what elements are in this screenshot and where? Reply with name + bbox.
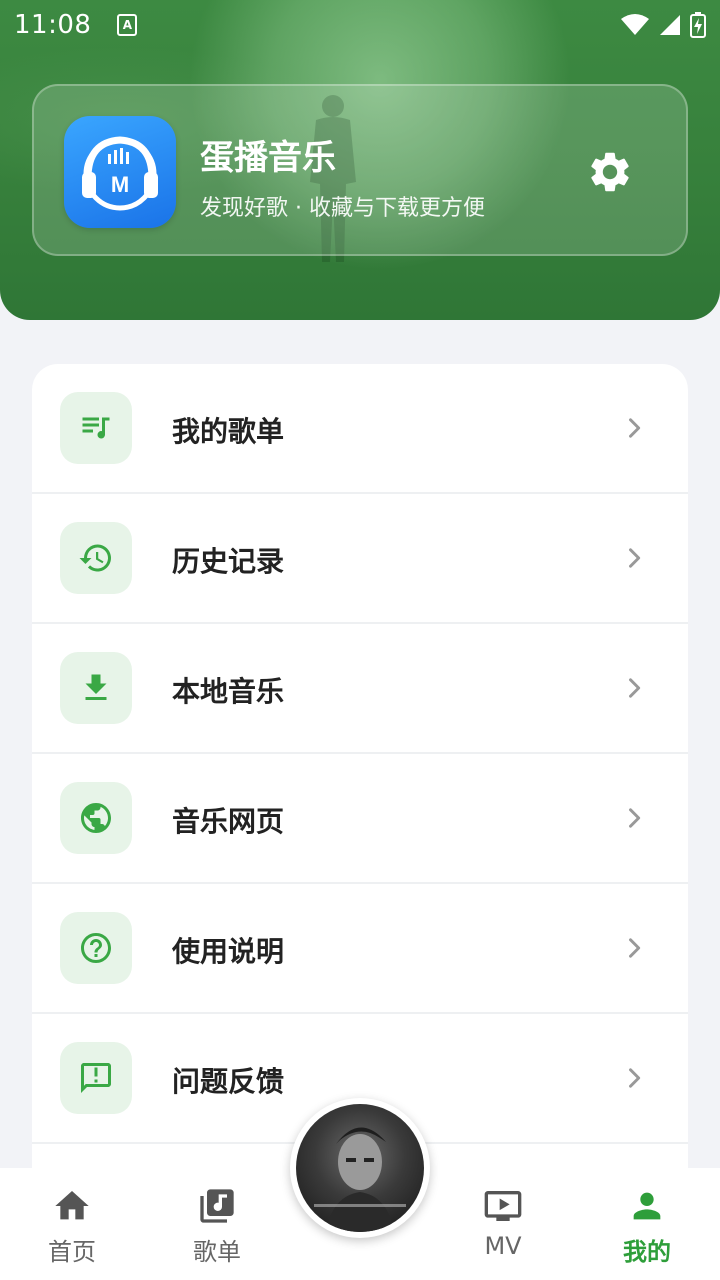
playlist-library-icon [200, 1189, 234, 1223]
nav-label: 首页 [48, 1238, 96, 1266]
feedback-icon [81, 1063, 111, 1093]
menu-label: 使用说明 [172, 935, 285, 968]
app-name: 蛋播音乐 [200, 138, 336, 178]
menu-icon-box [60, 392, 132, 464]
signal-icon [660, 15, 680, 35]
menu-label: 我的歌单 [172, 415, 285, 448]
now-playing-disc[interactable] [290, 1098, 430, 1238]
help-icon [81, 933, 111, 963]
menu-icon-box [60, 652, 132, 724]
playlist-icon [82, 417, 110, 439]
history-icon [79, 544, 111, 572]
nav-home[interactable]: 首页 [17, 1186, 127, 1276]
menu-label: 历史记录 [172, 545, 285, 578]
menu-item-music-web[interactable]: 音乐网页 [32, 754, 688, 884]
download-icon [85, 674, 107, 700]
chevron-right-icon [629, 1068, 641, 1088]
nav-label: MV [484, 1232, 522, 1260]
status-icons [620, 12, 706, 38]
svg-text:M: M [111, 172, 129, 197]
nav-label: 我的 [623, 1238, 671, 1266]
menu-label: 本地音乐 [172, 675, 285, 708]
menu-item-my-playlists[interactable]: 我的歌单 [32, 364, 688, 494]
chevron-right-icon [629, 548, 641, 568]
settings-button[interactable] [586, 148, 634, 196]
app-tagline: 发现好歌 · 收藏与下载更方便 [200, 196, 485, 221]
chevron-right-icon [629, 678, 641, 698]
menu-card: 我的歌单 历史记录 本地音乐 音乐网页 使用说明 问题反馈 [32, 364, 688, 1224]
home-icon [55, 1191, 89, 1220]
menu-label: 音乐网页 [172, 805, 285, 838]
nav-label: 歌单 [193, 1238, 241, 1266]
profile-card: M 蛋播音乐 发现好歌 · 收藏与下载更方便 [32, 84, 688, 256]
menu-icon-box [60, 522, 132, 594]
wifi-icon [621, 14, 649, 35]
menu-icon-box [60, 1042, 132, 1114]
battery-icon [690, 12, 706, 38]
mv-icon [484, 1191, 522, 1221]
menu-label: 问题反馈 [172, 1065, 285, 1098]
chevron-right-icon [629, 808, 641, 828]
chevron-right-icon [629, 938, 641, 958]
app-logo-icon: M [64, 116, 176, 228]
gear-icon [591, 152, 629, 192]
album-cover-image [296, 1104, 424, 1232]
menu-item-history[interactable]: 历史记录 [32, 494, 688, 624]
chevron-right-icon [629, 418, 641, 438]
nav-playlists[interactable]: 歌单 [162, 1186, 272, 1276]
menu-item-local-music[interactable]: 本地音乐 [32, 624, 688, 754]
menu-icon-box [60, 782, 132, 854]
nav-mine[interactable]: 我的 [592, 1186, 702, 1276]
person-icon [633, 1192, 661, 1220]
status-time: 11:08 [14, 10, 92, 40]
status-bar: 11:08 A [0, 0, 720, 50]
menu-icon-box [60, 912, 132, 984]
globe-icon [81, 803, 111, 833]
nav-mv[interactable]: MV [448, 1186, 558, 1276]
menu-item-instructions[interactable]: 使用说明 [32, 884, 688, 1014]
notification-a-icon: A [117, 14, 138, 36]
